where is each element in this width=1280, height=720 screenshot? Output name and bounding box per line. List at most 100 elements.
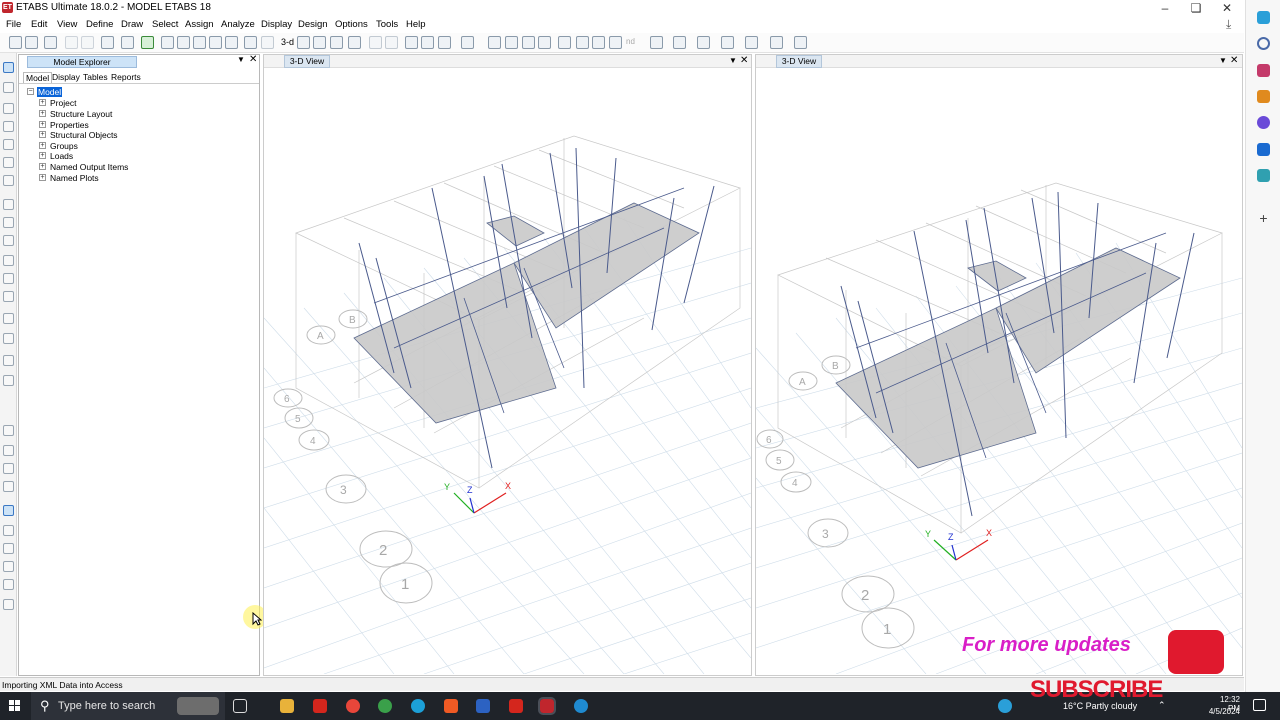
- draw-beam-icon[interactable]: [522, 36, 535, 49]
- snap-perpendicular-icon[interactable]: [3, 543, 14, 554]
- tree-item-named-plots[interactable]: Named Plots: [50, 173, 99, 183]
- expand-icon[interactable]: +: [39, 131, 46, 138]
- menu-analyze[interactable]: Analyze: [221, 19, 255, 30]
- collapse-model-icon[interactable]: −: [27, 88, 34, 95]
- pan-icon[interactable]: [244, 36, 257, 49]
- menu-design[interactable]: Design: [298, 19, 328, 30]
- tools-icon[interactable]: [1257, 90, 1270, 103]
- undo-icon[interactable]: [65, 36, 78, 49]
- expand-icon[interactable]: +: [39, 152, 46, 159]
- draw-line-icon[interactable]: [794, 36, 807, 49]
- expand-icon[interactable]: +: [39, 121, 46, 128]
- open-icon[interactable]: [25, 36, 38, 49]
- edge-icon[interactable]: [411, 699, 425, 713]
- draw-dimension-icon[interactable]: [3, 375, 14, 386]
- download-icon[interactable]: ⤓: [1226, 17, 1231, 32]
- tree-root-model[interactable]: Model: [37, 87, 63, 97]
- lock-icon[interactable]: [121, 36, 134, 49]
- menu-tools[interactable]: Tools: [376, 19, 398, 30]
- pointer-icon[interactable]: [3, 62, 14, 73]
- acrobat-icon[interactable]: [313, 699, 327, 713]
- view-close-icon[interactable]: ✕: [1230, 55, 1238, 66]
- draw-floor-side-icon[interactable]: [3, 199, 14, 210]
- draw-section-cut-icon[interactable]: [3, 355, 14, 366]
- frame-section-icon[interactable]: [673, 36, 686, 49]
- snap-intersections-icon[interactable]: [3, 525, 14, 536]
- draw-beam-side-icon[interactable]: [3, 121, 14, 132]
- tab-reports[interactable]: Reports: [111, 72, 141, 82]
- pdf-icon[interactable]: [509, 699, 523, 713]
- new-model-icon[interactable]: [9, 36, 22, 49]
- draw-pier-icon[interactable]: [3, 291, 14, 302]
- view-pane-left[interactable]: 3-D View ▼ ✕ A B 6 5 4 3 2 1 X Y Z: [263, 54, 752, 676]
- rotate-view-icon[interactable]: [330, 36, 343, 49]
- perspective-icon[interactable]: [348, 36, 361, 49]
- tree-item-groups[interactable]: Groups: [50, 141, 78, 151]
- draw-brace-icon[interactable]: [505, 36, 518, 49]
- move-up-icon[interactable]: [369, 36, 382, 49]
- draw-wall-stack-icon[interactable]: [3, 273, 14, 284]
- expand-icon[interactable]: +: [39, 110, 46, 117]
- menu-options[interactable]: Options: [335, 19, 368, 30]
- drop-icon[interactable]: [1257, 169, 1270, 182]
- draw-tendon-side-icon[interactable]: [3, 333, 14, 344]
- 3d-model-canvas[interactable]: A B 6 5 4 3 2 1 X Y Z: [755, 68, 1243, 675]
- tree-item-loads[interactable]: Loads: [50, 151, 73, 161]
- reshape-icon[interactable]: [3, 82, 14, 93]
- snap-ends-icon[interactable]: [3, 505, 14, 516]
- file-explorer-icon[interactable]: [280, 699, 294, 713]
- extrude-view-icon[interactable]: [461, 36, 474, 49]
- draw-x-brace-icon[interactable]: [3, 175, 14, 186]
- run-analysis-icon[interactable]: [141, 36, 154, 49]
- previous-selection-icon[interactable]: [3, 445, 14, 456]
- draw-wall-side-icon[interactable]: [3, 255, 14, 266]
- notifications-icon[interactable]: [1253, 699, 1266, 711]
- copilot-icon[interactable]: [1257, 11, 1270, 24]
- draw-link-side-icon[interactable]: [3, 313, 14, 324]
- menu-file[interactable]: File: [6, 19, 21, 30]
- plan-view-icon[interactable]: [297, 36, 310, 49]
- minimize-button[interactable]: –: [1150, 0, 1180, 17]
- games-icon[interactable]: [1257, 116, 1270, 129]
- view-menu-dropdown-icon[interactable]: ▼: [1219, 56, 1227, 65]
- menu-view[interactable]: View: [57, 19, 77, 30]
- teamviewer-icon[interactable]: [574, 699, 588, 713]
- draw-frame-icon[interactable]: [488, 36, 501, 49]
- 3d-model-canvas[interactable]: A B 6 5 4 3 2 1 X Y Z: [263, 68, 752, 675]
- snap-fine-grid-icon[interactable]: [3, 579, 14, 590]
- move-down-icon[interactable]: [385, 36, 398, 49]
- expand-icon[interactable]: +: [39, 163, 46, 170]
- tree-item-structure-layout[interactable]: Structure Layout: [50, 109, 112, 119]
- clock-date[interactable]: 4/5/2024: [1203, 707, 1240, 716]
- view-close-icon[interactable]: ✕: [740, 55, 748, 66]
- expand-icon[interactable]: +: [39, 174, 46, 181]
- menu-select[interactable]: Select: [152, 19, 178, 30]
- draw-brace-side-icon[interactable]: [3, 157, 14, 168]
- close-button[interactable]: ✕: [1212, 0, 1242, 17]
- weather-widget-icon[interactable]: [998, 699, 1012, 713]
- menu-help[interactable]: Help: [406, 19, 426, 30]
- copy-icon[interactable]: [770, 36, 783, 49]
- taskbar-search-box[interactable]: ⚲ Type here to search: [31, 692, 225, 720]
- task-view-icon[interactable]: [233, 699, 247, 713]
- set-3d-view-button[interactable]: 3-d: [281, 37, 294, 47]
- draw-opening-icon[interactable]: [3, 235, 14, 246]
- tree-item-project[interactable]: Project: [50, 98, 76, 108]
- tree-item-properties[interactable]: Properties: [50, 120, 89, 130]
- restore-button[interactable]: ❏: [1181, 0, 1211, 17]
- dimension-icon[interactable]: [745, 36, 758, 49]
- assign-icon[interactable]: [721, 36, 734, 49]
- select-all-icon[interactable]: [3, 425, 14, 436]
- snap-intersection-icon[interactable]: [3, 599, 14, 610]
- object-shrink-icon[interactable]: [405, 36, 418, 49]
- view-tab-3d[interactable]: 3-D View: [284, 55, 330, 68]
- zoom-out-icon[interactable]: [209, 36, 222, 49]
- building-view-options-icon[interactable]: [438, 36, 451, 49]
- view-pane-right[interactable]: 3-D View ▼ ✕ A B 6 5 4 3 2 1 X Y Z: [755, 54, 1243, 676]
- tree-item-named-output-items[interactable]: Named Output Items: [50, 162, 128, 172]
- menu-display[interactable]: Display: [261, 19, 292, 30]
- section-designer-icon[interactable]: [650, 36, 663, 49]
- menu-draw[interactable]: Draw: [121, 19, 143, 30]
- expand-icon[interactable]: +: [39, 99, 46, 106]
- elevation-view-icon[interactable]: [313, 36, 326, 49]
